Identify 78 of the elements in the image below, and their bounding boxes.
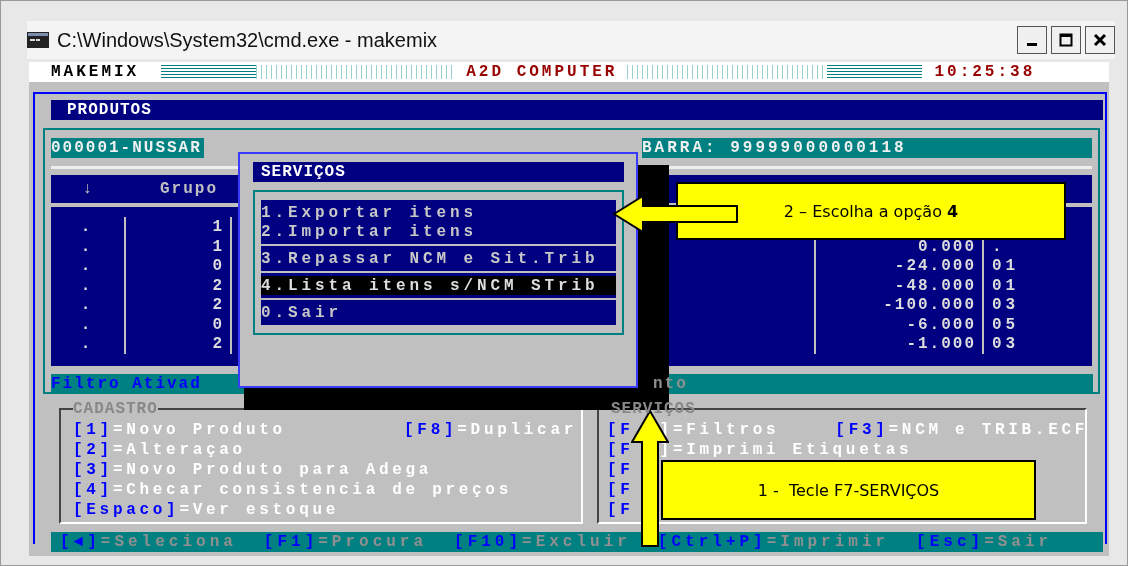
shortcut-label: =Procura <box>318 533 428 551</box>
filter-status: Filtro Ativad <box>51 373 202 394</box>
shortcut-label: =Imprimir <box>766 533 890 551</box>
table-cell-text: 1 <box>211 217 226 237</box>
callout-box: 2 – Escolha a opção 4 <box>676 182 1066 240</box>
minimize-icon <box>1027 42 1037 46</box>
shortcut-key: [F8] <box>404 421 458 439</box>
maximize-button[interactable] <box>1051 26 1081 54</box>
menu-item[interactable]: 2.Importar itens <box>261 222 616 241</box>
menu-title: SERVIÇOS <box>253 162 624 182</box>
table-cell-text: -100.000 <box>882 295 976 315</box>
screen-title: PRODUTOS <box>51 100 1103 120</box>
shortcut-label: =Duplicar <box>457 421 577 439</box>
minimize-button[interactable] <box>1017 26 1047 54</box>
table-cell-text: 0 <box>211 256 226 276</box>
table-cell-text: . <box>79 275 96 295</box>
close-icon <box>1093 33 1107 47</box>
shortcut-label: =Novo Produto <box>112 421 286 439</box>
shortcut-key: [Espaco] <box>73 501 180 519</box>
window-title: C:\Windows\System32\cmd.exe - makemix <box>57 28 438 52</box>
shortcut-label: =Novo Produto para Adega <box>112 461 433 479</box>
product-code: 000001-NUSSAR <box>51 138 204 158</box>
shortcut-label: =Seleciona <box>100 533 237 551</box>
table-cell-text: -48.000 <box>893 275 976 295</box>
table-cell-text: 01 <box>992 275 1021 295</box>
table-cell-text: 2 <box>211 334 226 354</box>
shortcut-label: =Excluir <box>522 533 631 551</box>
table-cell-text: 2 <box>211 295 226 315</box>
shortcut-key: [F1] <box>263 533 319 551</box>
table-cell-text: 03 <box>992 295 1021 315</box>
shortcut-label: ]=Filtros <box>659 421 780 439</box>
table-cell-text: 03 <box>992 334 1021 354</box>
shortcut-label: =NCM e TRIB.ECF <box>888 421 1089 439</box>
table-cell-text: . <box>79 256 96 276</box>
shortcut-key: [F10] <box>454 533 523 551</box>
table-cell-text: 01 <box>992 256 1021 276</box>
table-cell-text: 0 <box>211 314 226 334</box>
shortcut-key: [2] <box>73 441 113 459</box>
table-cell-text: . <box>79 217 96 237</box>
column-header: ↓ <box>81 179 96 199</box>
shortcut-key: [1] <box>73 421 113 439</box>
barcode-field: BARRA: 99999000000118 <box>642 138 1092 158</box>
table-cell-text: 05 <box>992 314 1021 334</box>
table-cell-text: -1.000 <box>905 334 976 354</box>
close-button[interactable] <box>1085 26 1115 54</box>
shortcut-key: [4] <box>73 481 113 499</box>
shortcut-key: [Ctrl+P] <box>657 533 767 551</box>
shortcut-key: [F <box>607 421 634 439</box>
console-icon <box>27 32 49 48</box>
maximize-icon <box>1059 33 1073 47</box>
shortcut-key: [F <box>607 441 634 459</box>
clock: 10:25:38 <box>934 62 1036 82</box>
shortcut-label: =Sair <box>984 533 1053 551</box>
table-cell-text: . <box>79 334 96 354</box>
table-cell-text: . <box>79 314 96 334</box>
table-cell-text: -24.000 <box>893 256 976 276</box>
table-cell-text: . <box>79 295 96 315</box>
company-name: A2D COMPUTER <box>466 62 618 82</box>
menu-item[interactable]: 4.Lista itens s/NCM STrib <box>261 276 616 295</box>
shortcut-key: [F <box>607 501 634 519</box>
app-name: MAKEMIX <box>51 62 140 82</box>
shortcut-key: [F <box>607 481 634 499</box>
table-cell-text: 2 <box>211 275 226 295</box>
shortcut-label: =Ver estoque <box>179 501 340 519</box>
shortcut-label: =Alteraçao <box>112 441 246 459</box>
shortcut-key: [◄] <box>60 533 101 551</box>
shortcut-label: =Checar consistencia de preços <box>112 481 512 499</box>
table-cell-text: . <box>79 236 96 256</box>
shortcut-key: [F3] <box>835 421 889 439</box>
menu-item[interactable]: 1.Exportar itens <box>261 203 616 222</box>
shortcut-label: ]=Imprimi Etiquetas <box>659 441 913 459</box>
table-cell-text: 1 <box>211 236 226 256</box>
shortcut-key: [F <box>607 461 634 479</box>
callout-box: 1 - Tecle F7-SERVIÇOS <box>661 460 1036 520</box>
column-header: Grupo <box>159 179 218 199</box>
shortcut-key: [3] <box>73 461 113 479</box>
table-cell-text: -6.000 <box>905 314 976 334</box>
shortcut-key: [Esc] <box>916 533 985 551</box>
